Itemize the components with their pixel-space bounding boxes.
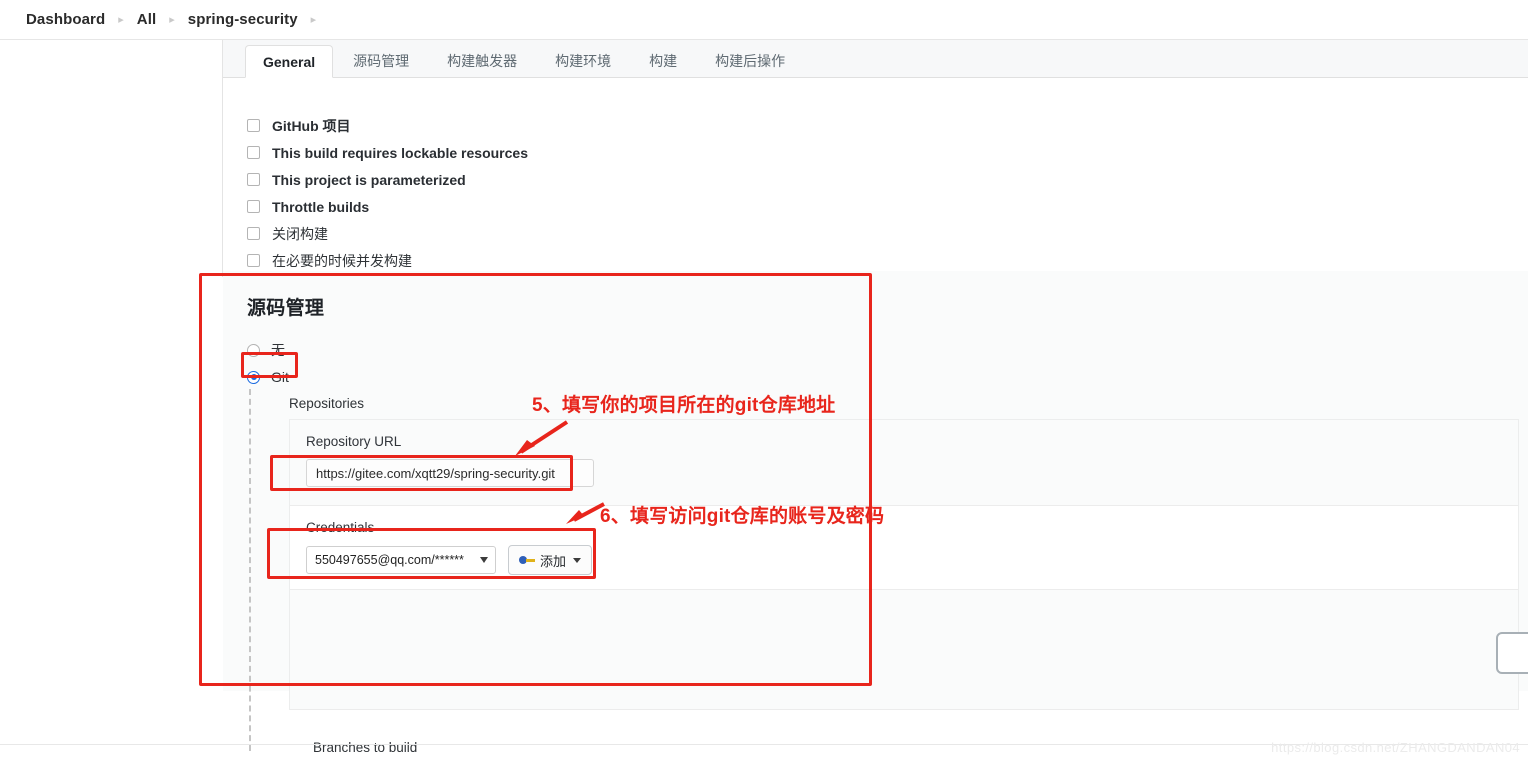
source-code-management-section: 源码管理 无 Git Repositories Repository URL h… — [223, 271, 1528, 755]
radio-none[interactable] — [247, 343, 260, 357]
page-root: Dashboard ▸ All ▸ spring-security ▸ Gene… — [0, 0, 1528, 763]
add-credentials-label: 添加 — [540, 553, 567, 569]
breadcrumb-separator-icon: ▸ — [169, 14, 175, 26]
repository-url-row: Repository URL — [290, 420, 1518, 506]
breadcrumb-separator-icon: ▸ — [118, 14, 124, 26]
repository-url-input[interactable] — [306, 459, 594, 487]
floating-edge-button[interactable] — [1496, 632, 1528, 674]
tab-post-build-actions[interactable]: 构建后操作 — [697, 45, 803, 77]
credentials-select[interactable]: 550497655@qq.com/****** — [306, 546, 496, 574]
checkbox-github-project[interactable] — [247, 119, 260, 132]
breadcrumb: Dashboard ▸ All ▸ spring-security ▸ — [0, 0, 1528, 40]
chevron-down-icon — [573, 557, 582, 563]
checkbox-concurrent-build[interactable] — [247, 254, 260, 267]
breadcrumb-item-all[interactable]: All — [137, 11, 156, 28]
git-section-guide-line — [249, 389, 251, 751]
page-body: General 源码管理 构建触发器 构建环境 构建 构建后操作 GitHub … — [0, 40, 1528, 763]
tab-build-triggers[interactable]: 构建触发器 — [429, 45, 535, 77]
repository-url-caption: Repository URL — [306, 434, 402, 449]
checkbox-row-github-project[interactable]: GitHub 项目 — [247, 112, 1528, 139]
checkbox-disable-build[interactable] — [247, 227, 260, 240]
checkbox-label: This project is parameterized — [272, 171, 466, 188]
checkbox-lockable-resources[interactable] — [247, 146, 260, 159]
scm-section-title: 源码管理 — [247, 298, 325, 319]
scm-option-git[interactable]: Git — [247, 365, 1528, 389]
repositories-advanced-area — [290, 590, 1518, 710]
checkbox-label: This build requires lockable resources — [272, 144, 528, 161]
radio-git[interactable] — [247, 370, 260, 384]
checkbox-label: Throttle builds — [272, 198, 370, 215]
checkbox-label: 在必要的时候并发构建 — [272, 252, 412, 269]
radio-label: Git — [271, 369, 289, 385]
scm-option-none[interactable]: 无 — [247, 338, 1528, 362]
checkbox-row-lockable-resources[interactable]: This build requires lockable resources — [247, 139, 1528, 166]
credentials-caption: Credentials — [306, 520, 375, 535]
checkbox-label: 关闭构建 — [272, 225, 328, 242]
tab-build[interactable]: 构建 — [631, 45, 695, 77]
checkbox-row-parameterized[interactable]: This project is parameterized — [247, 166, 1528, 193]
checkbox-row-throttle-builds[interactable]: Throttle builds — [247, 193, 1528, 220]
radio-label: 无 — [271, 342, 285, 358]
general-checkbox-list: GitHub 项目 This build requires lockable r… — [223, 78, 1528, 274]
checkbox-row-disable-build[interactable]: 关闭构建 — [247, 220, 1528, 247]
repositories-caption: Repositories — [289, 396, 365, 411]
config-tab-bar: General 源码管理 构建触发器 构建环境 构建 构建后操作 — [223, 40, 1528, 78]
breadcrumb-separator-icon: ▸ — [310, 14, 317, 26]
tab-source-code-management[interactable]: 源码管理 — [335, 45, 427, 77]
credentials-select-wrapper: 550497655@qq.com/****** — [306, 546, 496, 574]
credentials-row: Credentials 550497655@qq.com/****** 添加 — [290, 506, 1518, 590]
git-config-block: Repositories Repository URL Credentials — [289, 396, 1519, 710]
watermark: https://blog.csdn.net/ZHANGDANDAN04 — [1271, 740, 1520, 755]
tab-build-environment[interactable]: 构建环境 — [537, 45, 629, 77]
checkbox-label: GitHub 项目 — [272, 117, 351, 134]
key-icon — [519, 555, 535, 565]
breadcrumb-item-dashboard[interactable]: Dashboard — [26, 11, 105, 28]
checkbox-parameterized[interactable] — [247, 173, 260, 186]
repositories-panel: Repository URL Credentials 550497655@qq.… — [289, 419, 1519, 710]
add-credentials-button[interactable]: 添加 — [508, 545, 593, 575]
tab-general[interactable]: General — [245, 45, 334, 78]
checkbox-row-concurrent-build[interactable]: 在必要的时候并发构建 — [247, 247, 1528, 274]
checkbox-throttle-builds[interactable] — [247, 200, 260, 213]
breadcrumb-item-spring-security[interactable]: spring-security — [188, 11, 298, 28]
